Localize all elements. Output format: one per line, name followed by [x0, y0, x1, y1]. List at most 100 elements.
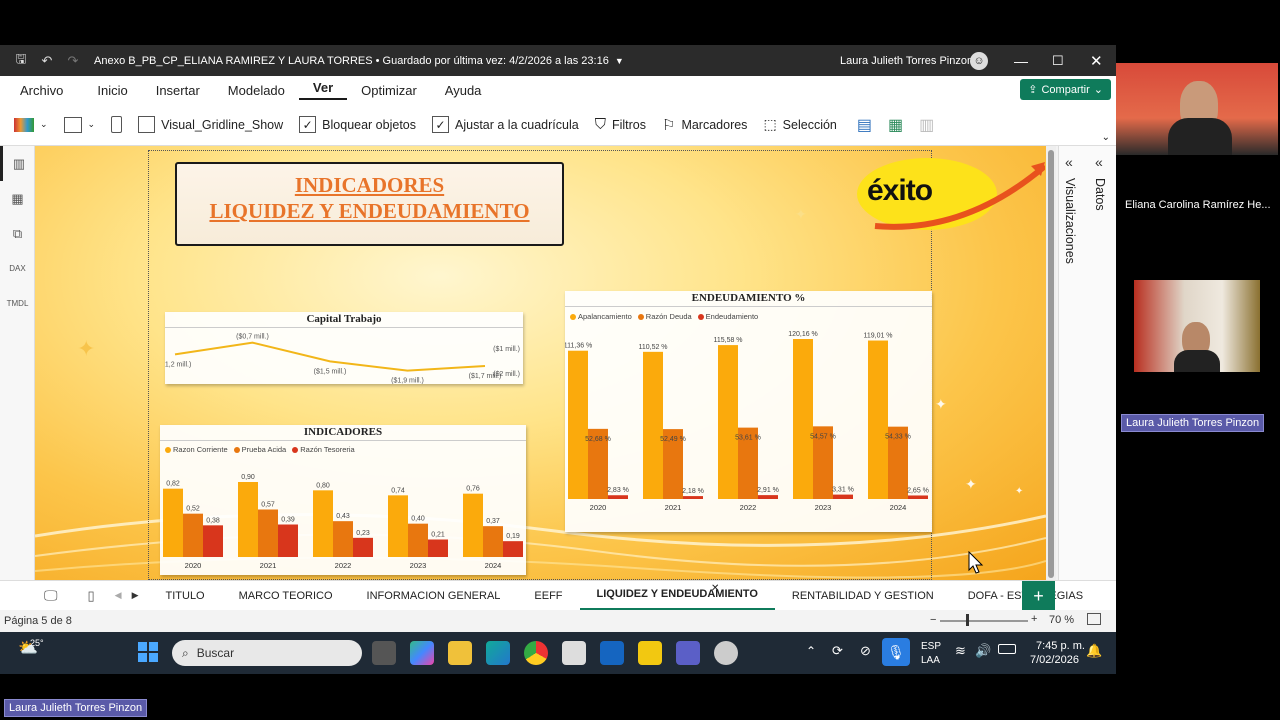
prev-page-icon[interactable]: ◀	[115, 590, 122, 601]
next-page-icon[interactable]: ▶	[132, 590, 139, 601]
participant-video-1[interactable]	[1116, 63, 1278, 155]
capital-trabajo-chart[interactable]: Capital Trabajo ($1,2 mill.) ($0,7 mill.)…	[159, 312, 523, 385]
mobile-layout-button[interactable]	[111, 116, 123, 133]
minimize-icon[interactable]: —	[1014, 53, 1028, 69]
avatar-icon[interactable]: ☺	[970, 51, 988, 70]
tab-eeff[interactable]: EEFF	[517, 581, 579, 611]
close-icon[interactable]: ✕	[1090, 52, 1103, 70]
data-label: 54,33 %	[885, 434, 911, 441]
collapse-visualizations-icon[interactable]: «	[1065, 154, 1073, 170]
battery-icon[interactable]	[998, 644, 1016, 654]
menu-archivo[interactable]: Archivo	[0, 83, 77, 98]
scrollbar-thumb[interactable]	[1048, 150, 1054, 578]
close-tab-icon[interactable]: ✕	[711, 583, 719, 594]
indicadores-chart[interactable]: INDICADORES Razon Corriente Prueba Acida…	[160, 425, 526, 575]
collapse-data-icon[interactable]: «	[1095, 154, 1103, 170]
menu-insertar[interactable]: Insertar	[142, 83, 214, 98]
taskbar-search[interactable]: ⌕ Buscar	[172, 640, 362, 666]
chevron-down-icon: ⌄	[87, 119, 96, 129]
notification-icon[interactable]: 🔔	[1086, 643, 1102, 659]
copilot-icon[interactable]	[410, 641, 434, 665]
store-icon[interactable]	[562, 641, 586, 665]
tab-liquidez-endeudamiento[interactable]: LIQUIDEZ Y ENDEUDAMIENTO	[579, 580, 775, 611]
maximize-icon[interactable]: ☐	[1052, 53, 1064, 69]
clock-date[interactable]: 7/02/2026	[1030, 654, 1079, 666]
chevron-up-icon[interactable]: ⌃	[806, 644, 816, 658]
menu-optimizar[interactable]: Optimizar	[347, 83, 431, 98]
endeudamiento-chart[interactable]: ENDEUDAMIENTO % Apalancamiento Razón Deu…	[565, 291, 932, 532]
task-view-icon[interactable]	[372, 641, 396, 665]
sync-slicers-icon[interactable]: ▦	[888, 115, 903, 135]
data-label: 52,49 %	[660, 436, 686, 443]
mobile-icon	[111, 116, 123, 133]
menu-modelado[interactable]: Modelado	[214, 83, 299, 98]
visualizations-pane-label[interactable]: Visualizaciones	[1063, 178, 1077, 264]
dax-view-icon[interactable]: DAX	[0, 251, 35, 286]
zoom-in-icon[interactable]: +	[1031, 613, 1037, 625]
edge-icon[interactable]	[486, 641, 510, 665]
legend-item: Apalancamiento	[570, 312, 632, 321]
legend-label: Prueba Acida	[241, 445, 287, 454]
model-view-icon[interactable]: ⧉	[0, 216, 35, 251]
report-canvas: ✦ ✦ ✦ ✦ ✦ INDICADORES LIQUIDEZ Y ENDEUDA…	[35, 146, 1046, 580]
data-pane-label[interactable]: Datos	[1093, 178, 1107, 211]
file-explorer-icon[interactable]	[448, 641, 472, 665]
microphone-icon[interactable]: 🎙	[882, 638, 910, 666]
zoom-slider-thumb[interactable]	[966, 614, 969, 626]
checkbox-unchecked[interactable]	[138, 116, 156, 133]
clock-time[interactable]: 7:45 p. m.	[1036, 640, 1085, 652]
tab-rentabilidad-gestion[interactable]: RENTABILIDAD Y GESTION	[775, 581, 951, 611]
desktop-layout-icon[interactable]: 🖵	[44, 587, 58, 604]
data-label: 120,16 %	[788, 331, 818, 338]
participant-video-2[interactable]	[1134, 280, 1260, 372]
chevron-down-icon[interactable]: ⌄	[1102, 132, 1110, 143]
chrome-icon[interactable]	[524, 641, 548, 665]
bar	[388, 495, 408, 557]
legend-item: Endeudamiento	[697, 312, 758, 321]
menu-inicio[interactable]: Inicio	[77, 83, 141, 98]
snap-grid-checkbox[interactable]: ✓ Ajustar a la cuadrícula	[432, 116, 579, 133]
bookmarks-button[interactable]: ⚐ Marcadores	[662, 116, 747, 134]
no-camera-icon[interactable]: ⊘	[860, 643, 871, 659]
page-view-button[interactable]: ⌄	[63, 116, 96, 133]
zoom-out-icon[interactable]: −	[930, 614, 936, 626]
tab-titulo[interactable]: TITULO	[149, 581, 222, 611]
fit-page-icon[interactable]	[1087, 613, 1101, 625]
gridline-checkbox[interactable]: Visual_Gridline_Show	[138, 116, 283, 133]
mobile-layout-icon[interactable]: ▯	[88, 588, 95, 604]
selection-button[interactable]: ⬚ Selección	[763, 116, 836, 133]
filter-icon: ⛉	[594, 116, 606, 133]
tmdl-view-icon[interactable]: TMDL	[0, 286, 35, 321]
add-page-button[interactable]: +	[1022, 581, 1055, 611]
share-button[interactable]: ⇪ Compartir ⌄	[1020, 79, 1111, 100]
report-view-icon[interactable]: ▥	[0, 146, 35, 181]
zoom-slider[interactable]	[940, 620, 1028, 622]
start-icon[interactable]	[138, 642, 158, 662]
menu-ver[interactable]: Ver	[298, 80, 348, 100]
wifi-icon[interactable]: ≋	[955, 643, 966, 659]
save-icon[interactable]: 🖫	[8, 50, 34, 72]
menu-ayuda[interactable]: Ayuda	[431, 83, 496, 98]
language-code[interactable]: ESP	[921, 641, 941, 652]
checkbox-checked-icon[interactable]: ✓	[432, 116, 449, 133]
table-view-icon[interactable]: ▦	[0, 181, 35, 216]
keyboard-layout[interactable]: LAA	[921, 655, 940, 666]
obs-icon[interactable]	[714, 641, 738, 665]
checkbox-checked-icon[interactable]: ✓	[299, 116, 317, 133]
undo-icon[interactable]: ↶	[34, 53, 60, 69]
volume-icon[interactable]: 🔊	[975, 643, 991, 659]
chevron-down-icon[interactable]: ▼	[615, 56, 624, 66]
lock-objects-checkbox[interactable]: ✓ Bloquear objetos	[299, 116, 416, 133]
vertical-scrollbar[interactable]	[1046, 146, 1056, 580]
tab-marco-teorico[interactable]: MARCO TEORICO	[222, 581, 350, 611]
filters-button[interactable]: ⛉ Filtros	[595, 116, 646, 133]
powerbi-icon[interactable]	[638, 641, 662, 665]
redo-icon[interactable]: ↷	[60, 53, 86, 69]
theme-button[interactable]: ⌄	[14, 117, 48, 132]
teams-icon[interactable]	[676, 641, 700, 665]
tab-informacion-general[interactable]: INFORMACION GENERAL	[350, 581, 518, 611]
bar	[278, 524, 298, 557]
sync-icon[interactable]: ⟳	[832, 643, 843, 659]
outlook-icon[interactable]	[600, 641, 624, 665]
performance-icon[interactable]: ▤	[857, 115, 872, 135]
